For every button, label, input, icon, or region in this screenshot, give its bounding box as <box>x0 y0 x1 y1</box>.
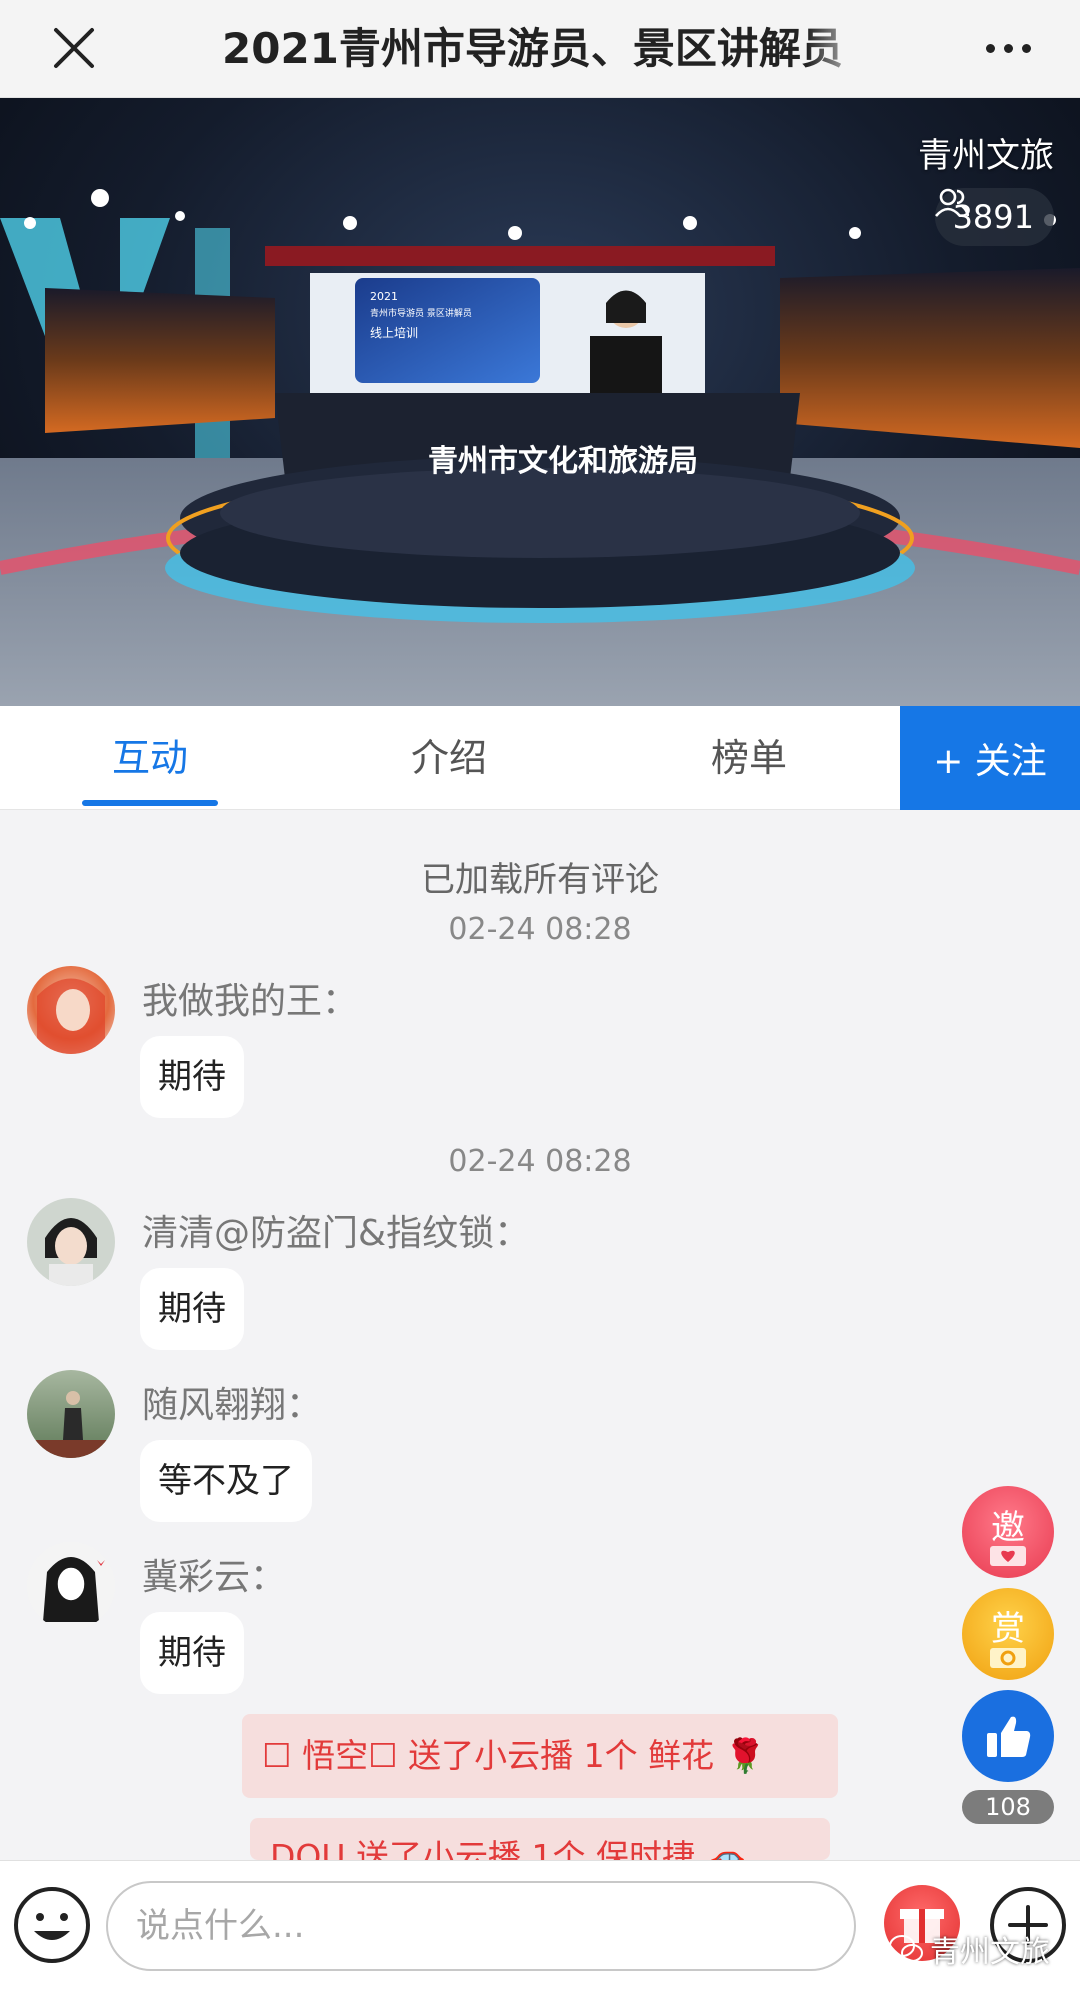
gift-message: DOU 送了小云播 1个 保时捷 🚗 <box>250 1818 830 1860</box>
studio-scene <box>0 189 1080 706</box>
screen-line2: 线上培训 <box>370 326 419 340</box>
wechat-icon <box>889 1935 923 1962</box>
coin-icon <box>990 1648 1026 1668</box>
screen-year: 2021 <box>370 290 398 303</box>
tab-intro[interactable]: 介绍 <box>359 706 539 810</box>
emoji-button[interactable] <box>12 1885 92 1965</box>
comment-bubble: 期待 <box>140 1612 244 1694</box>
follow-button[interactable]: + 关注 <box>900 706 1080 810</box>
avatar-user-icon <box>45 1218 97 1286</box>
comment-username: 清清@防盗门&指纹锁： <box>142 1213 531 1254</box>
comment-username: 随风翱翔： <box>142 1385 323 1426</box>
comment-username: 我做我的王： <box>142 981 359 1022</box>
more-options-button[interactable] <box>978 20 1038 76</box>
comment-timestamp: 02-24 08:28 <box>448 1144 632 1179</box>
heart-envelope-icon <box>990 1546 1026 1566</box>
thumbs-up-icon <box>987 1716 1031 1757</box>
invite-button[interactable]: 邀 <box>962 1486 1054 1578</box>
reward-button[interactable]: 赏 <box>962 1588 1054 1680</box>
viewers-icon <box>934 188 969 217</box>
avatar[interactable] <box>27 1370 115 1458</box>
avatar[interactable] <box>27 1542 115 1630</box>
active-tab-indicator <box>82 800 218 806</box>
like-button[interactable] <box>962 1690 1054 1782</box>
close-icon <box>54 28 94 68</box>
viewer-count-badge: 3891 <box>934 188 1054 246</box>
like-count: 108 <box>962 1790 1054 1824</box>
gift-message: ☐ 悟空☐ 送了小云播 1个 鲜花 🌹 <box>242 1714 838 1798</box>
avatar[interactable] <box>27 966 115 1054</box>
loaded-notice: 已加载所有评论 <box>421 860 659 900</box>
emoji-icon <box>14 1887 90 1963</box>
live-video-player[interactable]: 青州市文化和旅游局 2021 青州市导游员 景区讲解员 线上培训 青州文旅 38… <box>0 98 1080 706</box>
more-dot-icon <box>1021 43 1031 53</box>
more-dot-icon <box>985 43 995 53</box>
page-title: 2021青州市导游员、景区讲解员 <box>222 24 843 73</box>
avatar-user-icon <box>27 1391 115 1458</box>
tab-rank[interactable]: 榜单 <box>659 706 839 810</box>
desk-sign: 青州市文化和旅游局 <box>428 444 698 479</box>
watermark: 青州文旅 <box>888 1927 1050 1971</box>
channel-name[interactable]: 青州文旅 <box>918 128 1054 177</box>
more-dot-icon <box>1003 43 1013 53</box>
comment-username: 冀彩云： <box>142 1557 287 1598</box>
close-button[interactable] <box>46 20 102 76</box>
comment-bubble: 等不及了 <box>140 1440 312 1522</box>
comment-input[interactable] <box>106 1881 856 1971</box>
bottom-bar: 青州文旅 <box>0 1860 1080 1990</box>
screen-line1: 青州市导游员 景区讲解员 <box>370 309 472 319</box>
comment-bubble: 期待 <box>140 1036 244 1118</box>
avatar-user-icon <box>37 978 105 1054</box>
watermark-text: 青州文旅 <box>930 1935 1050 1970</box>
tab-interact[interactable]: 互动 <box>60 706 240 810</box>
comment-timestamp: 02-24 08:28 <box>448 912 632 947</box>
comment-bubble: 期待 <box>140 1268 244 1350</box>
reward-label: 赏 <box>991 1608 1025 1649</box>
top-bar: 2021青州市导游员、景区讲解员 <box>0 0 1080 98</box>
avatar-user-icon <box>43 1557 105 1622</box>
avatar[interactable] <box>27 1198 115 1286</box>
